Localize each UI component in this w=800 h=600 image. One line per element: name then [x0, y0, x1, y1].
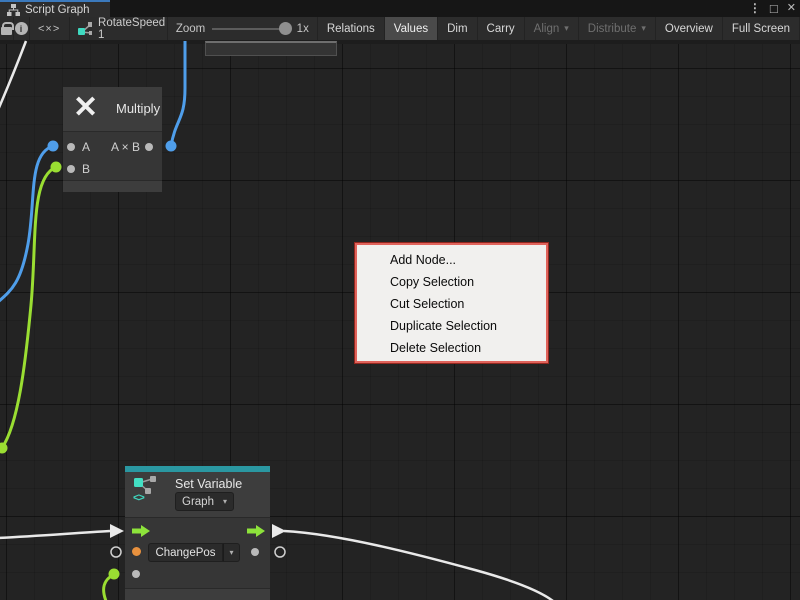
info-button[interactable]: i — [14, 17, 30, 40]
graph-icon — [7, 4, 20, 16]
chevron-down-icon: ▾ — [564, 23, 569, 34]
context-menu: Add Node... Copy Selection Cut Selection… — [355, 243, 548, 363]
chevron-down-icon: ▾ — [223, 497, 227, 506]
variable-name-value: ChangePos — [155, 547, 215, 559]
variable-scope-value: Graph — [182, 496, 214, 508]
flow-output-arrow-icon[interactable] — [247, 525, 266, 537]
distribute-button[interactable]: Distribute ▾ — [579, 17, 656, 40]
menu-item-copy-selection[interactable]: Copy Selection — [357, 271, 546, 293]
port-value-input[interactable] — [132, 570, 140, 578]
full-screen-button[interactable]: Full Screen — [723, 17, 800, 40]
clipped-node-bottom[interactable] — [205, 41, 337, 56]
menu-item-add-node[interactable]: Add Node... — [357, 249, 546, 271]
chevron-down-icon: ▾ — [641, 23, 646, 34]
flow-input-arrow-icon[interactable] — [132, 525, 151, 537]
multiply-node-title: Multiply — [116, 101, 160, 116]
values-button[interactable]: Values — [385, 17, 438, 40]
variable-code-icon: <> — [133, 492, 144, 504]
menu-item-duplicate-selection[interactable]: Duplicate Selection — [357, 315, 546, 337]
info-icon: i — [15, 22, 28, 35]
variable-scope-dropdown[interactable]: Graph ▾ — [175, 492, 234, 511]
multiply-node-body — [63, 131, 162, 180]
distribute-label: Distribute — [588, 23, 637, 35]
zoom-slider[interactable] — [212, 28, 289, 30]
graph-name: RotateSpeed 1 — [98, 17, 167, 41]
multiply-node-footer — [63, 180, 162, 192]
chevron-down-icon: ▾ — [229, 548, 233, 557]
tab-label: Script Graph — [25, 4, 90, 16]
variable-name-dropdown[interactable]: ChangePos — [148, 543, 223, 562]
align-button[interactable]: Align ▾ — [525, 17, 579, 40]
multiply-node-header[interactable]: ✕ Multiply — [63, 87, 162, 131]
relations-button[interactable]: Relations — [318, 17, 385, 40]
window-controls: ⋮ □ ✕ — [749, 0, 796, 17]
code-view-icon: <×> — [38, 23, 60, 35]
code-view-button[interactable]: <×> — [30, 17, 70, 40]
zoom-label: Zoom — [176, 23, 205, 35]
port-output-axb[interactable] — [145, 143, 153, 151]
port-label-axb: A × B — [111, 140, 140, 154]
graph-breadcrumb[interactable]: RotateSpeed 1 — [70, 17, 168, 40]
maximize-icon[interactable]: □ — [770, 0, 778, 17]
set-variable-title: Set Variable — [175, 477, 242, 491]
port-variable-input[interactable] — [132, 547, 141, 556]
lock-icon — [1, 27, 12, 35]
port-label-b: B — [82, 162, 90, 176]
port-label-a: A — [82, 140, 90, 154]
kebab-menu-icon[interactable]: ⋮ — [749, 0, 761, 17]
port-variable-output[interactable] — [251, 548, 259, 556]
menu-item-cut-selection[interactable]: Cut Selection — [357, 293, 546, 315]
overview-button[interactable]: Overview — [656, 17, 723, 40]
set-variable-footer — [125, 588, 270, 600]
script-graph-window: ✕ Multiply A A × B B <> Set Variable Gra… — [0, 0, 800, 600]
port-input-b[interactable] — [67, 165, 75, 173]
tab-script-graph[interactable]: Script Graph — [0, 0, 110, 17]
zoom-slider-handle[interactable] — [279, 22, 292, 35]
port-input-a[interactable] — [67, 143, 75, 151]
node-graph-icon — [78, 22, 92, 36]
tab-bar: Script Graph ⋮ □ ✕ — [0, 0, 800, 17]
zoom-control: Zoom 1x — [168, 17, 318, 40]
lock-button[interactable] — [0, 17, 14, 40]
multiply-icon: ✕ — [73, 91, 98, 125]
variable-name-dropdown-button[interactable]: ▾ — [223, 543, 240, 562]
zoom-value: 1x — [297, 23, 309, 35]
set-variable-node[interactable]: <> Set Variable Graph ▾ ChangePos ▾ — [125, 466, 270, 600]
align-label: Align — [534, 23, 560, 35]
dim-button[interactable]: Dim — [438, 17, 477, 40]
toolbar: i <×> RotateSpeed 1 Zoom 1x Relations Va… — [0, 17, 800, 40]
top-bar: Script Graph ⋮ □ ✕ i <×> RotateSpeed — [0, 0, 800, 40]
carry-button[interactable]: Carry — [478, 17, 525, 40]
multiply-node[interactable]: ✕ Multiply A A × B B — [63, 87, 162, 192]
menu-item-delete-selection[interactable]: Delete Selection — [357, 337, 546, 359]
close-icon[interactable]: ✕ — [787, 0, 796, 17]
